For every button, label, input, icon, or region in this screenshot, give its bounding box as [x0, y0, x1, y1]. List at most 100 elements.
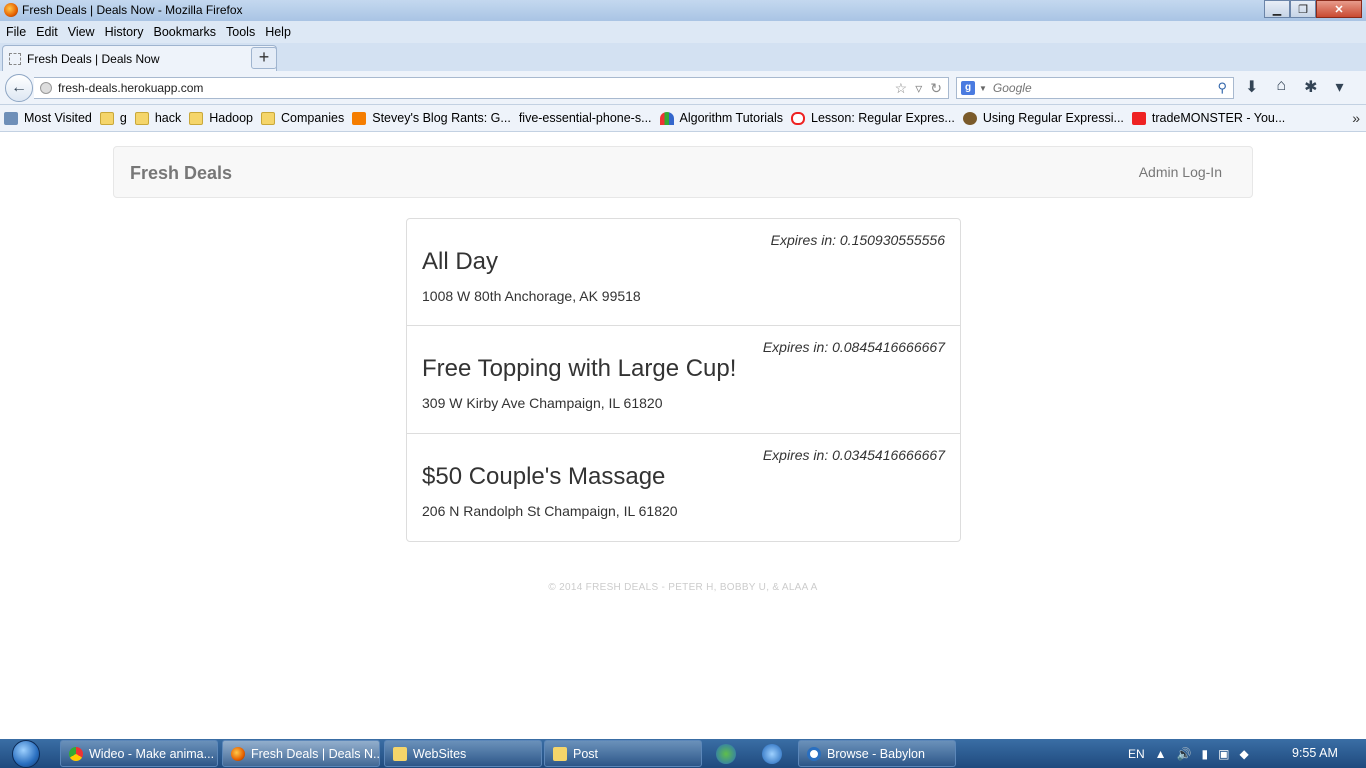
youtube-icon: [1131, 111, 1146, 125]
bookmark-using-regex[interactable]: Using Regular Expressi...: [962, 111, 1124, 125]
globe-icon: [40, 82, 52, 94]
bookmark-folder-hack[interactable]: hack: [134, 111, 181, 125]
bookmark-folder-g[interactable]: g: [99, 111, 127, 125]
search-bar[interactable]: g ▼ ⚲: [956, 77, 1234, 99]
menu-view[interactable]: View: [68, 25, 95, 39]
algorithm-icon: [659, 111, 674, 125]
tray-expand-icon[interactable]: ▲: [1155, 747, 1167, 761]
deal-item[interactable]: Expires in: 0.0345416666667 $50 Couple's…: [407, 434, 960, 541]
menu-history[interactable]: History: [105, 25, 144, 39]
address-bar[interactable]: fresh-deals.herokuapp.com ☆ ▿ ↻: [34, 77, 949, 99]
deal-expires: Expires in: 0.0345416666667: [762, 446, 945, 463]
firefox-icon: [231, 746, 245, 761]
back-button[interactable]: ←: [5, 74, 33, 102]
firefox-icon: [4, 3, 18, 17]
menu-dropdown-icon[interactable]: ▾: [1335, 77, 1343, 97]
blogger-icon: [352, 111, 367, 125]
folder-icon: [553, 746, 567, 761]
bookmark-folder-hadoop[interactable]: Hadoop: [189, 111, 253, 125]
taskbar-item-babylon[interactable]: Browse - Babylon: [798, 740, 956, 767]
battery-icon[interactable]: ▣: [1218, 747, 1229, 761]
deal-expires: Expires in: 0.150930555556: [770, 232, 945, 248]
window-title: Fresh Deals | Deals Now - Mozilla Firefo…: [22, 3, 243, 17]
deal-address: 309 W Kirby Ave Champaign, IL 61820: [422, 395, 663, 412]
deal-item[interactable]: Expires in: 0.0845416666667 Free Topping…: [407, 326, 960, 434]
owl-icon: [962, 111, 977, 125]
network-globe-icon[interactable]: [716, 744, 736, 764]
history-dropdown-icon[interactable]: ▿: [915, 80, 922, 97]
signal-icon[interactable]: ▮: [1202, 747, 1209, 761]
windows-taskbar: Wideo - Make anima... Fresh Deals | Deal…: [0, 739, 1366, 768]
system-tray: EN ▲ 🔊 ▮ ▣ ◆: [1128, 739, 1249, 768]
language-indicator[interactable]: EN: [1128, 747, 1145, 761]
tab-label: Fresh Deals | Deals Now: [27, 51, 160, 66]
bookmarks-toolbar: Most Visited g hack Hadoop Companies Ste…: [0, 105, 1366, 132]
volume-icon[interactable]: 🔊: [1177, 747, 1192, 761]
bookmark-steveys-blog[interactable]: Stevey's Blog Rants: G...: [352, 111, 511, 125]
deal-address: 206 N Randolph St Champaign, IL 61820: [422, 502, 678, 519]
maximize-button[interactable]: ❐: [1290, 0, 1316, 18]
deal-title: $50 Couple's Massage: [422, 462, 666, 490]
search-icon[interactable]: ⚲: [1217, 80, 1227, 96]
deal-list: Expires in: 0.150930555556 All Day 1008 …: [406, 218, 961, 542]
addon-icon[interactable]: ✱: [1304, 77, 1317, 97]
admin-login-link[interactable]: Admin Log-In: [1139, 164, 1222, 180]
engine-dropdown-icon[interactable]: ▼: [979, 84, 987, 93]
menu-edit[interactable]: Edit: [36, 25, 58, 39]
tab-strip: Fresh Deals | Deals Now +: [0, 43, 1366, 71]
bookmark-lesson-regex[interactable]: Lesson: Regular Expres...: [791, 111, 955, 125]
reload-icon[interactable]: ↻: [930, 80, 942, 97]
downloads-icon[interactable]: ⬇: [1245, 77, 1258, 97]
site-footer: © 2014 FRESH DEALS - PETER H, BOBBY U, &…: [548, 582, 818, 593]
page-content: Fresh Deals Admin Log-In Expires in: 0.1…: [0, 132, 1366, 739]
close-button[interactable]: ✕: [1316, 0, 1362, 18]
menu-tools[interactable]: Tools: [226, 25, 255, 39]
oracle-icon: [791, 111, 806, 125]
site-brand[interactable]: Fresh Deals: [130, 163, 232, 184]
google-engine-icon[interactable]: g: [961, 81, 975, 95]
bookmark-most-visited[interactable]: Most Visited: [4, 111, 92, 125]
menu-help[interactable]: Help: [265, 25, 291, 39]
url-text: fresh-deals.herokuapp.com: [58, 81, 204, 95]
menu-file[interactable]: File: [6, 25, 26, 39]
back-arrow-icon: ←: [11, 79, 27, 96]
home-icon[interactable]: ⌂: [1276, 77, 1286, 97]
new-tab-button[interactable]: +: [251, 47, 277, 69]
search-input[interactable]: [992, 81, 1203, 95]
deal-title: Free Topping with Large Cup!: [422, 355, 737, 383]
bookmark-algorithm-tutorials[interactable]: Algorithm Tutorials: [659, 111, 783, 125]
deal-item[interactable]: Expires in: 0.150930555556 All Day 1008 …: [407, 219, 960, 327]
menu-bar: File Edit View History Bookmarks Tools H…: [0, 21, 1366, 43]
menu-bookmarks[interactable]: Bookmarks: [153, 25, 216, 39]
deal-title: All Day: [422, 248, 499, 275]
tab-fresh-deals[interactable]: Fresh Deals | Deals Now: [2, 45, 277, 71]
bookmark-folder-companies[interactable]: Companies: [261, 111, 344, 125]
page-favicon-icon: [9, 52, 21, 65]
deal-expires: Expires in: 0.0845416666667: [762, 339, 945, 356]
window-titlebar: Fresh Deals | Deals Now - Mozilla Firefo…: [0, 0, 1366, 21]
folder-icon: [393, 746, 407, 761]
folder-icon: [261, 111, 276, 125]
folder-icon: [99, 111, 114, 125]
dropbox-icon[interactable]: ◆: [1239, 747, 1248, 761]
taskbar-item-wideo[interactable]: Wideo - Make anima...: [60, 740, 218, 767]
start-button[interactable]: [2, 739, 50, 768]
bookmark-trademonster[interactable]: tradeMONSTER - You...: [1131, 111, 1285, 125]
bookmarks-overflow-icon[interactable]: »: [1352, 110, 1360, 126]
babylon-icon: [807, 746, 821, 761]
folder-icon: [134, 111, 149, 125]
bookmark-star-icon[interactable]: ☆: [895, 80, 908, 97]
taskbar-item-post[interactable]: Post: [544, 740, 702, 767]
chrome-icon: [69, 746, 83, 761]
window-controls: ▁ ❐ ✕: [1264, 0, 1362, 18]
internet-explorer-icon[interactable]: [762, 744, 782, 764]
taskbar-item-firefox[interactable]: Fresh Deals | Deals N...: [222, 740, 380, 767]
minimize-button[interactable]: ▁: [1264, 0, 1290, 18]
bookmark-five-essential[interactable]: five-essential-phone-s...: [519, 111, 652, 125]
windows-orb-icon: [12, 739, 40, 768]
taskbar-item-websites[interactable]: WebSites: [384, 740, 542, 767]
taskbar-clock[interactable]: 9:55 AM: [1292, 746, 1338, 760]
deal-address: 1008 W 80th Anchorage, AK 99518: [422, 288, 641, 304]
site-navbar: Fresh Deals Admin Log-In: [113, 146, 1253, 198]
navigation-toolbar: ← fresh-deals.herokuapp.com ☆ ▿ ↻ g ▼ ⚲ …: [0, 71, 1366, 105]
